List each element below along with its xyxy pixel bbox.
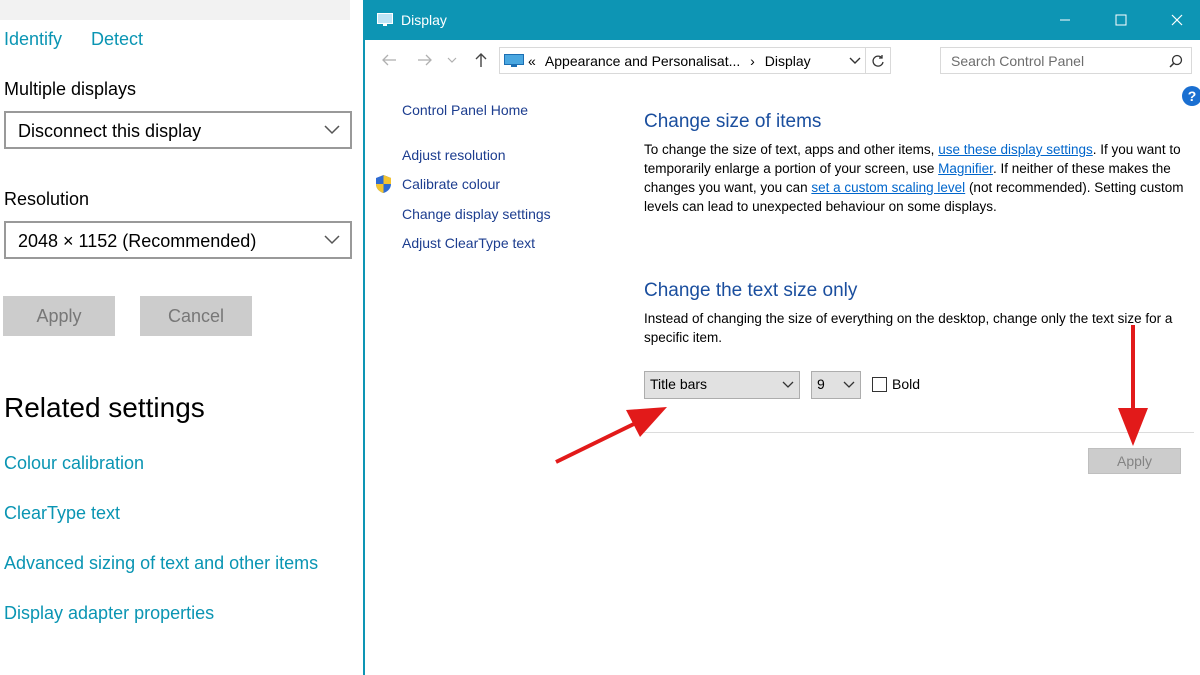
breadcrumb-separator: › — [750, 53, 755, 69]
desc-text: To change the size of text, apps and oth… — [644, 142, 939, 157]
divider — [644, 432, 1194, 433]
refresh-button[interactable] — [865, 48, 890, 73]
forward-button[interactable] — [415, 50, 435, 70]
help-icon[interactable]: ? — [1182, 86, 1200, 106]
display-settings-link[interactable]: use these display settings — [938, 142, 1093, 157]
detect-link[interactable]: Detect — [91, 29, 143, 50]
bold-label: Bold — [892, 376, 921, 392]
navigation-bar: « Appearance and Personalisat... › Displ… — [365, 40, 1200, 80]
cancel-button[interactable]: Cancel — [140, 296, 252, 336]
maximize-icon — [1115, 14, 1127, 26]
chevron-down-icon[interactable] — [848, 54, 862, 68]
sidenav-control-panel-home[interactable]: Control Panel Home — [402, 102, 528, 118]
breadcrumb-overflow[interactable]: « — [528, 53, 536, 69]
breadcrumb-parent[interactable]: Appearance and Personalisat... — [545, 53, 740, 69]
multiple-displays-value: Disconnect this display — [18, 121, 202, 141]
text-item-value: Title bars — [650, 376, 708, 392]
window-title: Display — [401, 12, 447, 28]
minimize-button[interactable] — [1050, 6, 1080, 34]
text-size-title: Change the text size only — [644, 280, 858, 301]
refresh-icon — [872, 54, 884, 67]
search-input[interactable]: Search Control Panel — [940, 47, 1192, 74]
advanced-sizing-link[interactable]: Advanced sizing of text and other items — [4, 553, 318, 574]
back-arrow-icon — [382, 54, 396, 66]
up-arrow-icon — [475, 53, 487, 67]
chevron-down-icon — [843, 381, 855, 388]
text-item-select[interactable]: Title bars — [644, 371, 800, 399]
magnifier-link[interactable]: Magnifier — [938, 161, 993, 176]
breadcrumb: « Appearance and Personalisat... › Displ… — [528, 53, 817, 69]
shield-icon — [376, 175, 391, 193]
change-size-title: Change size of items — [644, 111, 822, 132]
resolution-dropdown[interactable]: 2048 × 1152 (Recommended) — [4, 221, 352, 259]
sidenav-adjust-resolution[interactable]: Adjust resolution — [402, 147, 506, 163]
settings-pane: Identify Detect Multiple displays Discon… — [0, 0, 364, 675]
close-icon — [1171, 14, 1183, 26]
chevron-down-icon — [447, 57, 457, 63]
control-panel-window: Display « Appearance and Personalisat...… — [363, 0, 1200, 675]
minimize-icon — [1060, 19, 1070, 21]
breadcrumb-current[interactable]: Display — [765, 53, 811, 69]
custom-scaling-link[interactable]: set a custom scaling level — [811, 180, 965, 195]
search-icon — [1169, 54, 1183, 68]
bold-checkbox[interactable] — [872, 377, 887, 392]
font-size-value: 9 — [817, 376, 825, 392]
chevron-down-icon — [324, 125, 340, 135]
multiple-displays-label: Multiple displays — [4, 79, 137, 99]
chevron-down-icon — [324, 235, 340, 245]
forward-arrow-icon — [418, 54, 432, 66]
sidenav-adjust-cleartype[interactable]: Adjust ClearType text — [402, 235, 535, 251]
chevron-down-icon — [782, 381, 794, 388]
monitor-icon — [377, 13, 393, 26]
multiple-displays-dropdown[interactable]: Disconnect this display — [4, 111, 352, 149]
monitor-icon — [504, 54, 524, 67]
identify-link[interactable]: Identify — [4, 29, 62, 50]
apply-button[interactable]: Apply — [3, 296, 115, 336]
sidenav-calibrate-colour[interactable]: Calibrate colour — [402, 176, 500, 192]
search-placeholder: Search Control Panel — [951, 53, 1085, 69]
maximize-button[interactable] — [1106, 6, 1136, 34]
recent-locations-button[interactable] — [445, 50, 459, 70]
font-size-select[interactable]: 9 — [811, 371, 861, 399]
display-adapter-properties-link[interactable]: Display adapter properties — [4, 603, 214, 624]
sidenav-change-display-settings[interactable]: Change display settings — [402, 206, 551, 222]
title-bar[interactable]: Display — [365, 0, 1200, 40]
change-size-description: To change the size of text, apps and oth… — [644, 140, 1194, 216]
resolution-value: 2048 × 1152 (Recommended) — [18, 231, 257, 251]
settings-top-strip — [0, 0, 350, 20]
up-button[interactable] — [471, 50, 491, 70]
colour-calibration-link[interactable]: Colour calibration — [4, 453, 144, 474]
close-button[interactable] — [1162, 6, 1192, 34]
resolution-label: Resolution — [4, 189, 90, 209]
text-size-description: Instead of changing the size of everythi… — [644, 311, 1173, 345]
related-settings-title: Related settings — [4, 392, 205, 423]
cleartype-text-link[interactable]: ClearType text — [4, 503, 120, 524]
text-size-apply-button[interactable]: Apply — [1088, 448, 1181, 474]
address-bar[interactable]: « Appearance and Personalisat... › Displ… — [499, 47, 891, 74]
back-button[interactable] — [379, 50, 399, 70]
